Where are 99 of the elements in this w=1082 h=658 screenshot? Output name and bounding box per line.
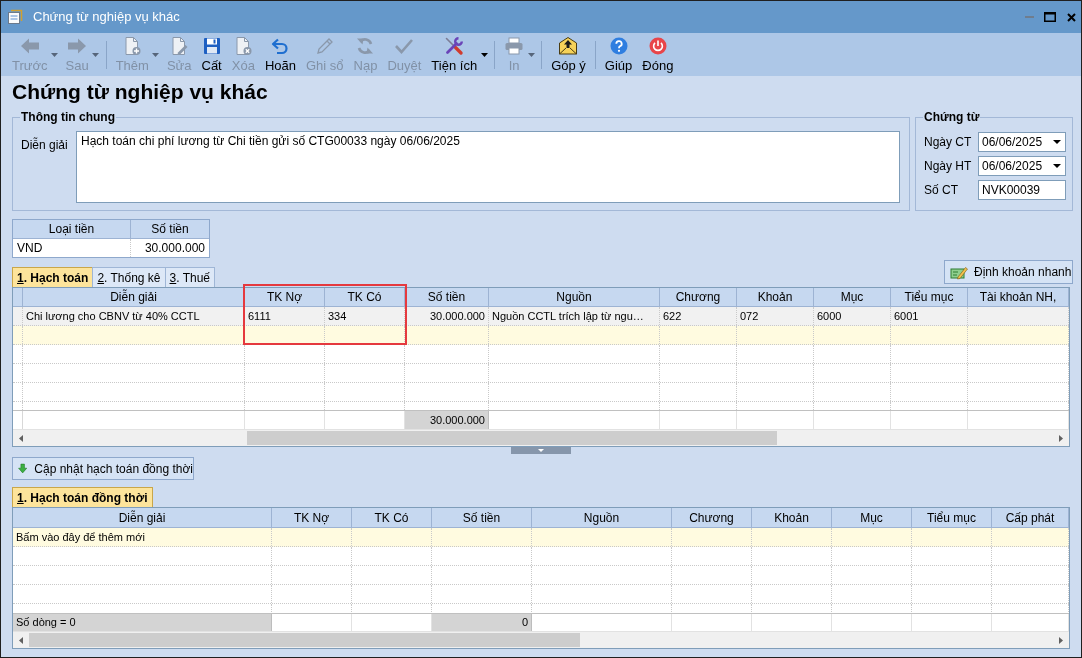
column-header: TK Nợ — [272, 508, 352, 527]
column-header: Chương — [672, 508, 752, 527]
toolbar-button[interactable]: Giúp — [599, 33, 638, 75]
scrollbar-thumb[interactable] — [247, 431, 777, 445]
summary-cell: Số dòng = 0 — [13, 614, 272, 631]
column-header: Tiểu mục — [912, 508, 992, 527]
field-label: Diễn giải — [21, 136, 69, 154]
save-icon — [201, 36, 222, 56]
date-field[interactable]: 06/06/2025 — [978, 156, 1066, 176]
update-button[interactable]: Cập nhật hạch toán đồng thời — [12, 457, 194, 480]
splitter-handle[interactable] — [511, 447, 571, 454]
caret-down-icon — [51, 53, 58, 57]
new-row[interactable]: Bấm vào đây để thêm mới — [13, 528, 1069, 547]
caret-down-icon — [480, 53, 488, 57]
table-cell: Nguồn CCTL trích lập từ ngu… — [489, 307, 660, 325]
horizontal-scrollbar[interactable] — [13, 631, 1069, 648]
help-icon — [608, 36, 629, 56]
toolbar-button[interactable]: Cất — [196, 33, 227, 75]
table-cell: 6000 — [814, 307, 891, 325]
column-header: Loại tiền — [13, 220, 131, 238]
new-row-hint[interactable]: Bấm vào đây để thêm mới — [16, 531, 145, 543]
undo-icon — [270, 36, 291, 56]
right-arrow-icon — [1059, 434, 1063, 442]
horizontal-scrollbar[interactable] — [13, 429, 1069, 446]
toolbar-button[interactable]: Đóng — [637, 33, 679, 75]
column-header: Mục — [814, 288, 891, 306]
column-header: Diễn giải — [13, 508, 272, 527]
tab[interactable]: 3. Thuế — [164, 267, 216, 287]
column-header: Chương — [660, 288, 737, 306]
right-arrow-icon — [1059, 636, 1063, 644]
table-cell: 334 — [325, 307, 405, 325]
table-cell: VND — [13, 239, 131, 257]
page-heading: Chứng từ nghiệp vụ khác — [12, 80, 268, 103]
table-cell: 6111 — [245, 307, 325, 325]
table-cell: 30.000.000 — [405, 307, 489, 325]
tab[interactable]: 1. Hạch toán — [12, 267, 94, 287]
column-header: Số tiền — [150, 221, 190, 238]
power-icon — [647, 36, 668, 56]
toolbar-button[interactable]: Góp ý — [546, 33, 591, 75]
date-field[interactable]: 06/06/2025 — [978, 132, 1066, 152]
table-cell: 6001 — [891, 307, 968, 325]
caret-down-icon — [1053, 140, 1061, 144]
refresh-icon — [355, 36, 376, 56]
field-label: Số CT — [924, 182, 959, 199]
tab[interactable]: 2. Thống kê — [92, 267, 166, 287]
column-header: TK Có — [352, 508, 432, 527]
envelope-icon — [558, 36, 579, 56]
column-header: Số tiền — [405, 288, 489, 306]
app-icon — [7, 9, 23, 25]
new-document-icon — [122, 36, 143, 56]
card-edit-icon — [950, 264, 968, 280]
scrollbar-thumb[interactable] — [29, 633, 580, 647]
summary-cell: 30.000.000 — [405, 411, 489, 429]
text-field[interactable]: NVK00039 — [978, 180, 1066, 200]
caret-down-icon — [152, 53, 160, 57]
caret-down-icon — [1053, 164, 1061, 168]
column-header: Mục — [832, 508, 912, 527]
pencil-icon — [314, 36, 335, 56]
summary-cell: 0 — [432, 614, 532, 631]
table-cell: Chi lương cho CBNV từ 40% CCTL — [23, 307, 245, 325]
left-arrow-icon — [19, 434, 23, 442]
edit-document-icon — [169, 36, 190, 56]
field-label: Ngày HT — [924, 158, 973, 175]
column-header: Cấp phát — [992, 508, 1069, 527]
column-header: Nguồn — [532, 508, 672, 527]
tab[interactable]: 1. Hạch toán đồng thời — [12, 487, 153, 507]
column-header: Tiểu mục — [891, 288, 968, 306]
column-header: Nguồn — [489, 288, 660, 306]
left-arrow-icon — [19, 636, 23, 644]
column-header: Diễn giải — [23, 288, 245, 306]
right-arrow-icon — [67, 36, 88, 56]
table-cell: 622 — [660, 307, 737, 325]
column-header: TK Nợ — [245, 288, 325, 306]
delete-document-icon — [233, 36, 254, 56]
column-header: Khoản — [737, 288, 814, 306]
field-label: Ngày CT — [924, 134, 973, 151]
close-icon — [1066, 12, 1076, 22]
dropdown-button[interactable] — [480, 52, 489, 58]
minimize-icon — [1024, 16, 1034, 18]
caret-down-icon — [92, 53, 100, 57]
quick-entry-button[interactable]: Định khoản nhanh — [944, 260, 1073, 284]
description-field[interactable]: Hạch toán chi phí lương từ Chi tiền gửi số CTG00033 ngày 06/06/2025 — [76, 131, 900, 203]
window-title: Chứng từ nghiệp vụ khác — [33, 8, 180, 27]
toolbar-button[interactable]: Hoãn — [259, 33, 301, 75]
table-cell: 072 — [737, 307, 814, 325]
group-title: Chứng từ — [923, 110, 981, 124]
left-arrow-icon — [19, 36, 40, 56]
toolbar-button[interactable]: Tiện ích — [426, 33, 483, 75]
column-header: TK Có — [325, 288, 405, 306]
maximize-icon — [1044, 12, 1056, 22]
group-title: Thông tin chung — [20, 110, 116, 124]
column-header: Tài khoản NH, — [968, 288, 1069, 306]
wrench-screwdriver-icon — [444, 36, 465, 56]
printer-icon — [504, 36, 525, 56]
caret-down-icon — [527, 53, 535, 57]
column-header: Số tiền — [432, 508, 532, 527]
column-header: Khoản — [752, 508, 832, 527]
caret-down-icon — [538, 449, 544, 452]
table-cell-text: 30.000.000 — [143, 240, 206, 257]
